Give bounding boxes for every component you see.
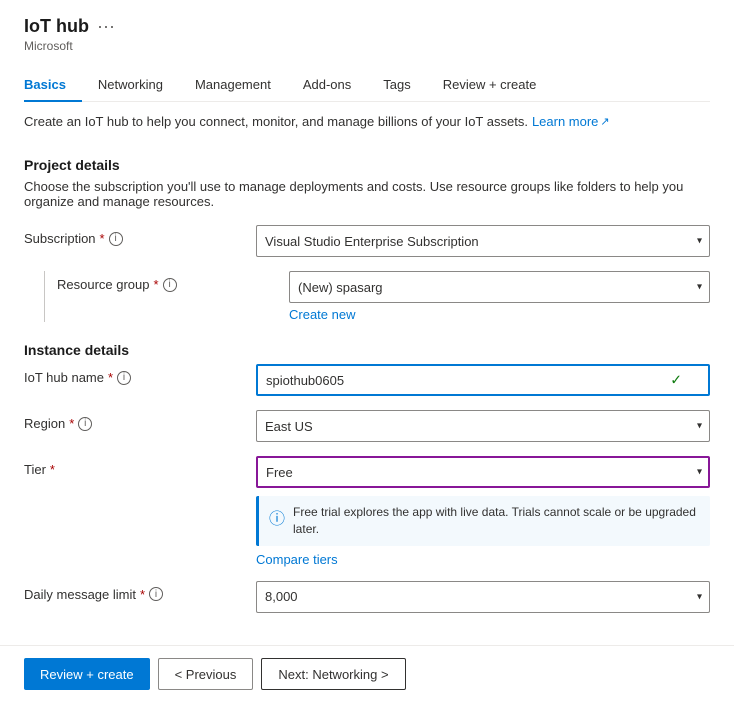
compare-tiers-link[interactable]: Compare tiers	[256, 552, 710, 567]
create-new-link[interactable]: Create new	[289, 307, 710, 322]
footer: Review + create < Previous Next: Network…	[0, 645, 734, 702]
tier-control: Free ▾ ⓘ Free trial explores the app wit…	[256, 456, 710, 567]
region-info-icon[interactable]: i	[78, 417, 92, 431]
instance-details-section: Instance details IoT hub name * i ✓	[24, 342, 710, 613]
tab-basics[interactable]: Basics	[24, 69, 82, 102]
tabs-nav: Basics Networking Management Add-ons Tag…	[24, 69, 710, 102]
description-text: Create an IoT hub to help you connect, m…	[24, 114, 528, 129]
resource-group-required: *	[154, 277, 159, 292]
tier-row: Tier * Free ▾ ⓘ Free trial explores the …	[24, 456, 710, 567]
daily-message-limit-label: Daily message limit * i	[24, 581, 244, 602]
resource-group-control: (New) spasarg ▾ Create new	[289, 271, 710, 322]
description-bar: Create an IoT hub to help you connect, m…	[0, 102, 734, 141]
instance-details-title: Instance details	[24, 342, 710, 358]
iot-hub-name-input-wrapper: ✓	[256, 364, 710, 396]
tab-management[interactable]: Management	[179, 69, 287, 102]
daily-message-limit-info-icon[interactable]: i	[149, 587, 163, 601]
subscription-required: *	[100, 231, 105, 246]
iot-hub-name-info-icon[interactable]: i	[117, 371, 131, 385]
next-button[interactable]: Next: Networking >	[261, 658, 405, 690]
iot-hub-name-required: *	[108, 370, 113, 385]
region-row: Region * i East US ▾	[24, 410, 710, 442]
iot-hub-name-label: IoT hub name * i	[24, 364, 244, 385]
review-create-button[interactable]: Review + create	[24, 658, 150, 690]
iot-hub-name-control: ✓	[256, 364, 710, 396]
subscription-select-wrapper: Visual Studio Enterprise Subscription ▾	[256, 225, 710, 257]
daily-message-limit-required: *	[140, 587, 145, 602]
resource-group-info-icon[interactable]: i	[163, 278, 177, 292]
tier-required: *	[50, 462, 55, 477]
region-required: *	[69, 416, 74, 431]
tier-label: Tier *	[24, 456, 244, 477]
daily-message-limit-control: 8,000 ▾	[256, 581, 710, 613]
tab-addons[interactable]: Add-ons	[287, 69, 367, 102]
region-label: Region * i	[24, 410, 244, 431]
subscription-label: Subscription * i	[24, 225, 244, 246]
iot-hub-name-input[interactable]	[256, 364, 710, 396]
app-subtitle: Microsoft	[24, 39, 710, 53]
page-title: IoT hub	[24, 16, 89, 37]
learn-more-link[interactable]: Learn more ↗	[532, 114, 610, 129]
tab-networking[interactable]: Networking	[82, 69, 179, 102]
region-select[interactable]: East US	[256, 410, 710, 442]
resource-group-select[interactable]: (New) spasarg	[289, 271, 710, 303]
daily-message-limit-row: Daily message limit * i 8,000 ▾	[24, 581, 710, 613]
tier-info-icon: ⓘ	[269, 505, 285, 529]
project-details-title: Project details	[24, 157, 710, 173]
resource-group-select-wrapper: (New) spasarg ▾	[289, 271, 710, 303]
daily-message-limit-select-wrapper: 8,000 ▾	[256, 581, 710, 613]
previous-button[interactable]: < Previous	[158, 658, 254, 690]
project-details-desc: Choose the subscription you'll use to ma…	[24, 179, 710, 209]
subscription-row: Subscription * i Visual Studio Enterpris…	[24, 225, 710, 257]
subscription-select[interactable]: Visual Studio Enterprise Subscription	[256, 225, 710, 257]
daily-message-limit-select[interactable]: 8,000	[256, 581, 710, 613]
region-control: East US ▾	[256, 410, 710, 442]
tier-select-wrapper: Free ▾	[256, 456, 710, 488]
project-details-section: Project details Choose the subscription …	[24, 157, 710, 322]
tab-review-create[interactable]: Review + create	[427, 69, 553, 102]
iot-hub-name-row: IoT hub name * i ✓	[24, 364, 710, 396]
tier-info-text: Free trial explores the app with live da…	[293, 505, 696, 536]
tab-tags[interactable]: Tags	[367, 69, 426, 102]
ellipsis-menu[interactable]: ···	[97, 16, 115, 37]
subscription-info-icon[interactable]: i	[109, 232, 123, 246]
resource-group-label: Resource group * i	[57, 271, 277, 292]
resource-group-row: Resource group * i (New) spasarg ▾ Creat…	[44, 271, 710, 322]
external-link-icon: ↗	[600, 115, 609, 128]
tier-info-box: ⓘ Free trial explores the app with live …	[256, 496, 710, 546]
subscription-control: Visual Studio Enterprise Subscription ▾	[256, 225, 710, 257]
tier-select[interactable]: Free	[256, 456, 710, 488]
region-select-wrapper: East US ▾	[256, 410, 710, 442]
